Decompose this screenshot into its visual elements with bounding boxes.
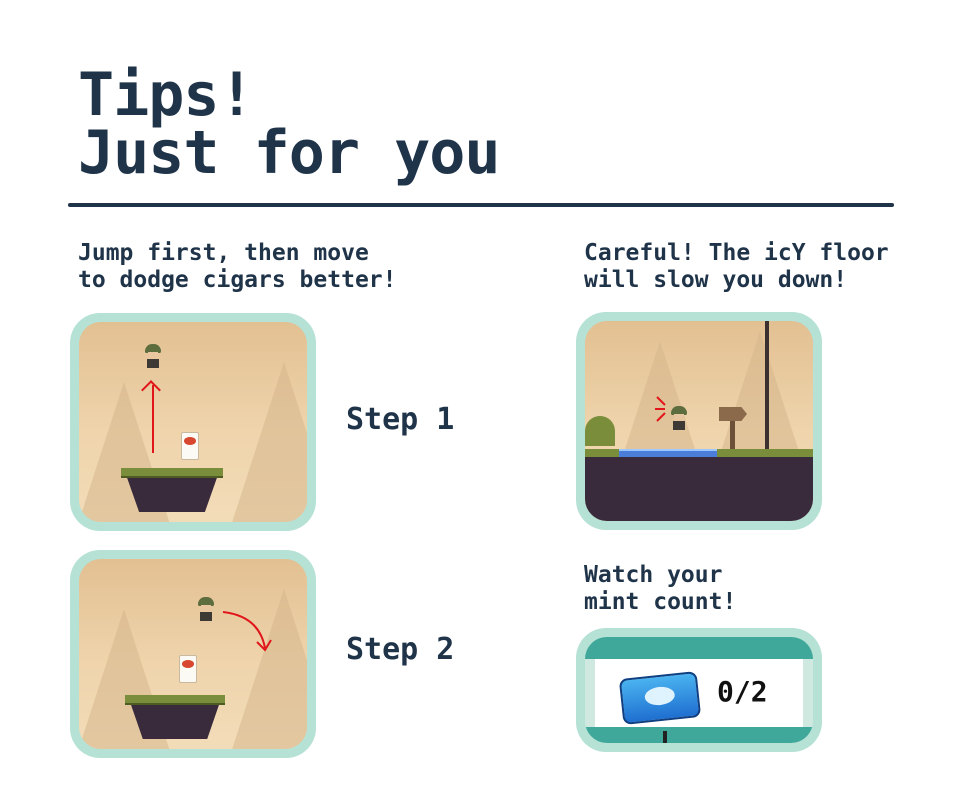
mint-hud-panel: 0/2 (576, 628, 822, 752)
tip-mint-line-2: mint count! (584, 589, 737, 615)
tip-ice-line-2: will slow you down! (584, 267, 848, 293)
tip-jump-line-2: to dodge cigars better! (78, 267, 397, 293)
ice-panel (576, 312, 822, 530)
mint-hud: 0/2 (585, 637, 813, 743)
hud-post (663, 731, 667, 743)
bush (585, 416, 615, 446)
pole (765, 321, 769, 451)
signpost-pole (730, 421, 735, 451)
step-2-label: Step 2 (346, 632, 455, 667)
platform-grass (125, 695, 225, 705)
player-character (197, 597, 215, 621)
tip-jump: Jump first, then move to dodge cigars be… (78, 240, 397, 294)
cigar-pack (179, 655, 197, 683)
step-2-panel (70, 550, 316, 758)
mint-count: 0/2 (717, 675, 768, 708)
tip-ice: Careful! The icY floor will slow you dow… (584, 240, 889, 294)
platform-grass (121, 468, 223, 478)
ground-dirt (585, 457, 813, 521)
step-1-panel (70, 313, 316, 531)
tip-jump-line-1: Jump first, then move (78, 240, 369, 266)
tip-ice-line-1: Careful! The icY floor (584, 240, 889, 266)
move-arrow (222, 611, 272, 652)
tip-mint-line-1: Watch your (584, 562, 723, 588)
alert-marks (655, 396, 666, 422)
title-line-1: Tips! (78, 60, 255, 130)
jump-arrow (152, 385, 154, 453)
title-line-2: Just for you (78, 118, 500, 188)
step-2-scene (79, 559, 307, 749)
page-title: Tips! Just for you (78, 60, 500, 188)
player-character (144, 344, 162, 368)
step-1-label: Step 1 (346, 402, 455, 437)
hud-top-bar (585, 637, 813, 659)
mint-pack-icon (618, 671, 702, 725)
step-1-scene (79, 322, 307, 522)
hud-bottom-bar (585, 727, 813, 743)
ice-scene (585, 321, 813, 521)
divider (68, 203, 894, 207)
floating-platform (129, 699, 221, 739)
cigar-pack (181, 432, 199, 460)
floating-platform (125, 472, 219, 512)
signpost-icon (719, 407, 747, 421)
tree (229, 362, 307, 522)
tip-mint: Watch your mint count! (584, 562, 736, 616)
